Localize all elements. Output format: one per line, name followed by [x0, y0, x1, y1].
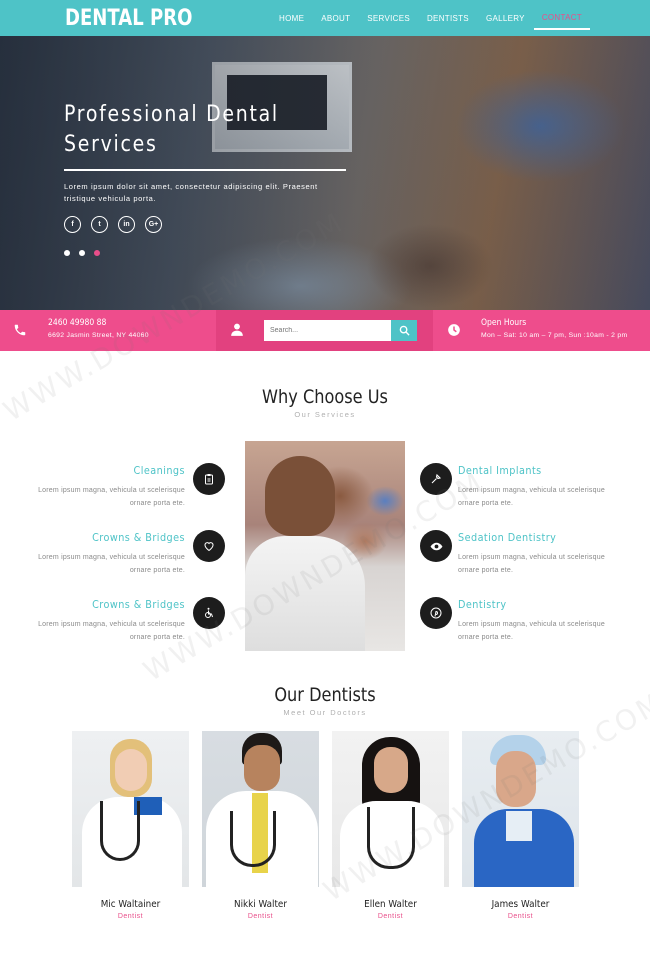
twitter-icon[interactable]: t [91, 216, 108, 233]
eyedropper-icon [420, 463, 452, 495]
search-icon [399, 325, 410, 336]
service-item[interactable]: Dental Implants Lorem ipsum magna, vehic… [458, 464, 628, 510]
dentist-name: Mic Waltainer [100, 899, 161, 910]
service-title: Sedation Dentistry [458, 531, 557, 544]
clipboard-icon [193, 463, 225, 495]
wheelchair-icon [193, 597, 225, 629]
hours-text: Mon – Sat: 10 am – 7 pm, Sun :10am - 2 p… [481, 332, 628, 339]
service-item[interactable]: Dentistry Lorem ipsum magna, vehicula ut… [458, 598, 628, 644]
service-title: Crowns & Bridges [92, 531, 185, 544]
dentist-at-work-photo [245, 441, 405, 651]
dentists-subtitle: Meet Our Doctors [283, 708, 367, 717]
dentist-photo [462, 731, 579, 887]
site-logo[interactable]: DENTAL PRO [65, 6, 192, 31]
dentist-card[interactable]: Nikki Walter Dentist [202, 731, 319, 920]
service-item[interactable]: Sedation Dentistry Lorem ipsum magna, ve… [458, 531, 628, 577]
hero-divider [64, 169, 346, 171]
service-title: Dental Implants [458, 464, 542, 477]
slider-dot-3[interactable] [94, 250, 100, 256]
search-button[interactable] [391, 320, 417, 341]
nav-dentists[interactable]: DENTISTS [427, 8, 469, 29]
info-bar: 2460 49980 88 6692 Jasmin Street, NY 440… [0, 310, 650, 351]
main-menu: HOME ABOUT SERVICES DENTISTS GALLERY CON… [262, 0, 590, 36]
dentist-photo [202, 731, 319, 887]
phone-number[interactable]: 2460 49980 88 [48, 318, 106, 328]
dentist-name: Ellen Walter [364, 899, 417, 910]
google-plus-icon[interactable]: G+ [145, 216, 162, 233]
dentist-photo [72, 731, 189, 887]
eye-icon [420, 530, 452, 562]
service-title: Cleanings [133, 464, 185, 477]
hero-overlay [0, 36, 650, 310]
dentist-role: Dentist [117, 913, 144, 920]
nav-services[interactable]: SERVICES [367, 8, 410, 29]
slider-dot-1[interactable] [64, 250, 70, 256]
dentist-name: Nikki Walter [234, 899, 287, 910]
service-title: Crowns & Bridges [92, 598, 185, 611]
hero-title: Professional Dental Services [64, 102, 279, 157]
dentist-card[interactable]: James Walter Dentist [462, 731, 579, 920]
service-text: Lorem ipsum magna, vehicula ut scelerisq… [38, 487, 185, 507]
why-choose-title: Why Choose Us [262, 386, 388, 408]
service-item[interactable]: Cleanings Lorem ipsum magna, vehicula ut… [15, 464, 185, 510]
dentist-card[interactable]: Mic Waltainer Dentist [72, 731, 189, 920]
dentist-card[interactable]: Ellen Walter Dentist [332, 731, 449, 920]
contact-info: 2460 49980 88 6692 Jasmin Street, NY 440… [0, 310, 216, 351]
linkedin-icon[interactable]: in [118, 216, 135, 233]
social-links: f t in G+ [64, 216, 172, 233]
user-icon[interactable] [230, 322, 244, 337]
service-item[interactable]: Crowns & Bridges Lorem ipsum magna, vehi… [15, 598, 185, 644]
nav-gallery[interactable]: GALLERY [486, 8, 525, 29]
service-title: Dentistry [458, 598, 507, 611]
why-choose-subtitle: Our Services [294, 410, 356, 419]
opening-hours: Open Hours Mon – Sat: 10 am – 7 pm, Sun … [433, 310, 650, 351]
facebook-icon[interactable]: f [64, 216, 81, 233]
dentist-role: Dentist [377, 913, 404, 920]
dentist-photo [332, 731, 449, 887]
dentists-title: Our Dentists [274, 684, 376, 706]
page: DENTAL PRO HOME ABOUT SERVICES DENTISTS … [0, 0, 650, 953]
hero-slider: Professional Dental Services Lorem ipsum… [0, 36, 650, 310]
nav-home[interactable]: HOME [279, 8, 304, 29]
nav-contact[interactable]: CONTACT [533, 7, 590, 30]
service-text: Lorem ipsum magna, vehicula ut scelerisq… [458, 487, 605, 507]
pinterest-icon [420, 597, 452, 629]
service-text: Lorem ipsum magna, vehicula ut scelerisq… [38, 621, 185, 641]
search-input[interactable] [264, 320, 392, 341]
hero-text: Lorem ipsum dolor sit amet, consectetur … [64, 182, 318, 203]
dentist-role: Dentist [247, 913, 274, 920]
service-text: Lorem ipsum magna, vehicula ut scelerisq… [38, 554, 185, 574]
top-navbar: DENTAL PRO HOME ABOUT SERVICES DENTISTS … [0, 0, 650, 36]
hours-title: Open Hours [481, 318, 527, 328]
address-text: 6692 Jasmin Street, NY 44060 [48, 332, 149, 339]
service-item[interactable]: Crowns & Bridges Lorem ipsum magna, vehi… [15, 531, 185, 577]
service-text: Lorem ipsum magna, vehicula ut scelerisq… [458, 554, 605, 574]
dentist-name: James Walter [491, 899, 550, 910]
phone-icon [14, 324, 26, 336]
slider-dots [64, 250, 109, 256]
nav-about[interactable]: ABOUT [321, 8, 350, 29]
dentist-role: Dentist [507, 913, 534, 920]
service-text: Lorem ipsum magna, vehicula ut scelerisq… [458, 621, 605, 641]
heart-icon [193, 530, 225, 562]
slider-dot-2[interactable] [79, 250, 85, 256]
clock-icon [448, 324, 460, 336]
search-area [216, 310, 433, 351]
